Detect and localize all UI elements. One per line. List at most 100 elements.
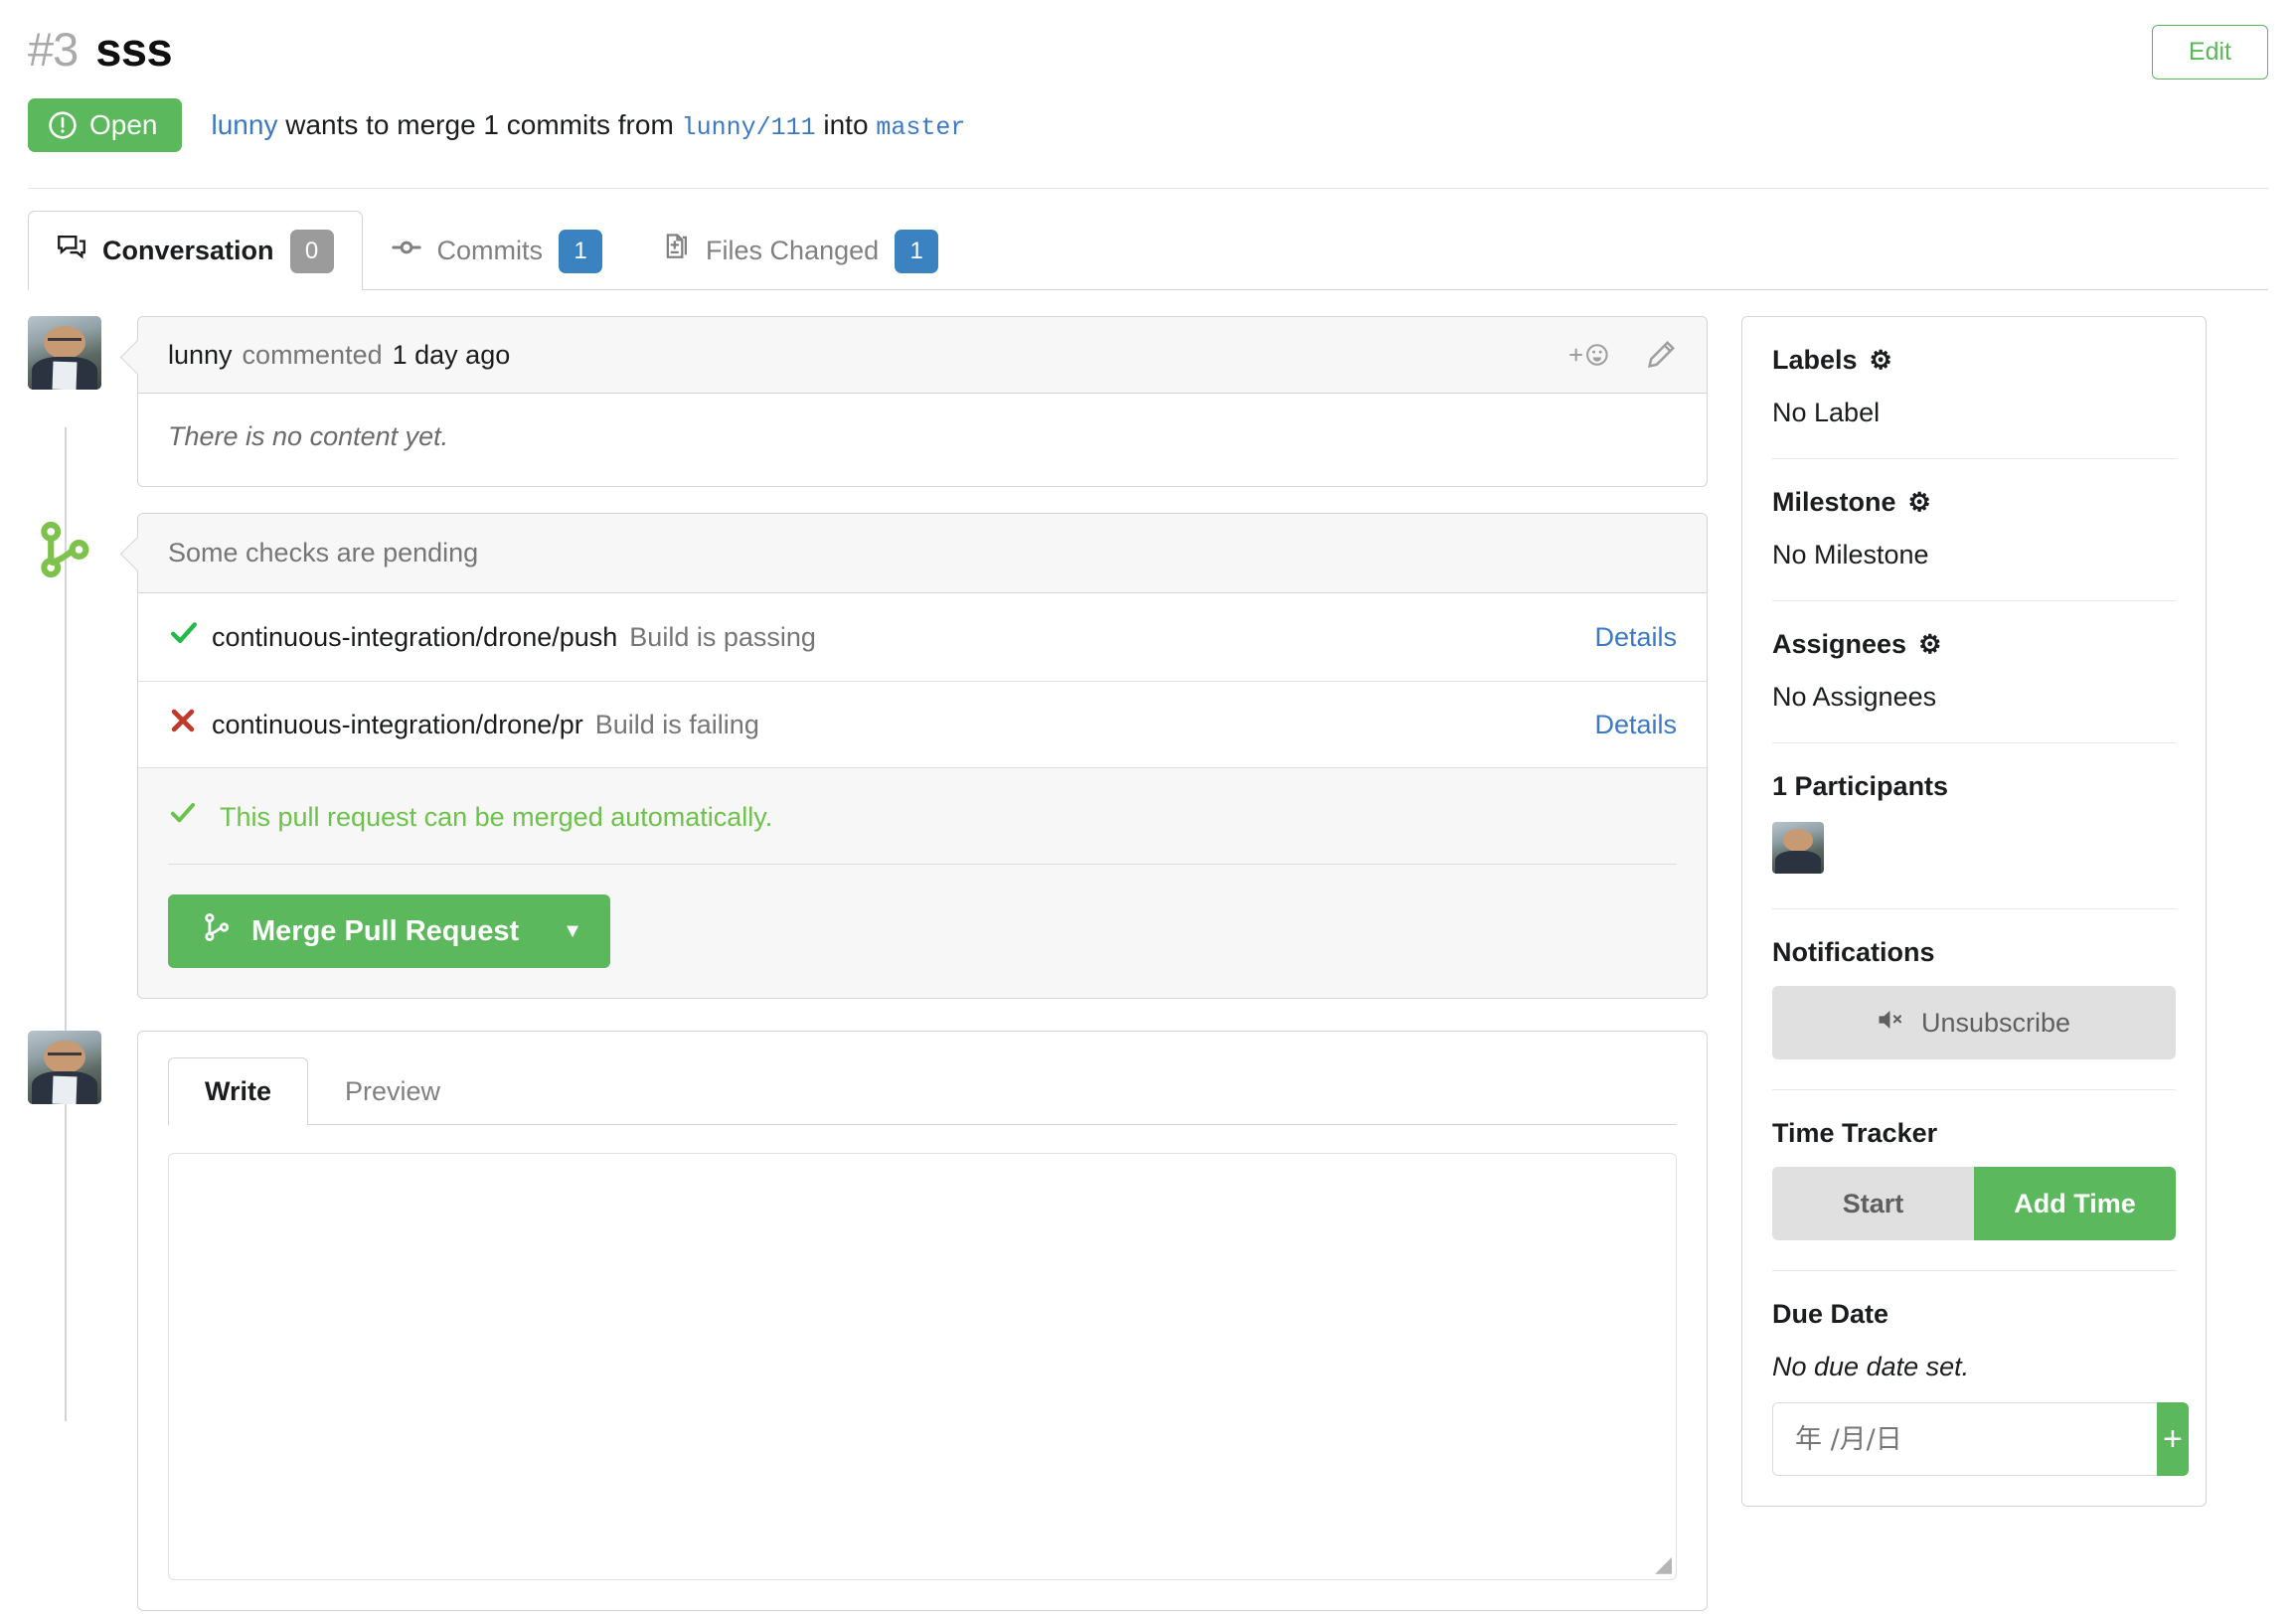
labels-title: Labels ⚙ — [1772, 345, 2176, 376]
milestone-value: No Milestone — [1772, 540, 1929, 569]
diff-file-icon — [660, 233, 690, 269]
comment-textarea[interactable] — [169, 1154, 1676, 1579]
check-details-link[interactable]: Details — [1594, 622, 1677, 653]
comment-body: There is no content yet. — [168, 421, 449, 451]
check-failure-icon — [168, 706, 212, 743]
avatar — [28, 316, 101, 390]
comment-action: commented — [242, 339, 383, 370]
merge-area: This pull request can be merged automati… — [138, 768, 1707, 998]
gear-icon[interactable]: ⚙ — [1870, 345, 1892, 376]
start-timer-button[interactable]: Start — [1772, 1167, 1974, 1240]
git-merge-icon — [202, 912, 232, 950]
check-description: Build is failing — [594, 709, 759, 739]
assignees-title-label: Assignees — [1772, 629, 1907, 659]
unsubscribe-button[interactable]: Unsubscribe — [1772, 986, 2176, 1059]
pr-tab-bar: Conversation 0 Commits 1 Files Changed 1 — [28, 211, 2268, 291]
sidebar-section-notifications: Notifications Unsubscribe — [1772, 909, 2176, 1090]
status-badge: Open — [28, 98, 182, 152]
sidebar-section-milestone: Milestone ⚙ No Milestone — [1772, 459, 2176, 601]
checks-headline: Some checks are pending — [138, 514, 1707, 593]
merge-divider — [168, 864, 1677, 865]
add-due-date-button[interactable]: + — [2157, 1402, 2189, 1476]
comment-discussion-icon — [57, 233, 86, 269]
due-date-row: + — [1772, 1402, 2189, 1476]
add-time-button[interactable]: Add Time — [1974, 1167, 2176, 1240]
check-row: continuous-integration/drone/push Build … — [138, 593, 1707, 682]
time-tracker-buttons: Start Add Time — [1772, 1167, 2176, 1240]
pull-request-page: #3 sss Edit Open lunny wants to merge 1 … — [0, 0, 2296, 1618]
check-description: Build is passing — [629, 621, 816, 652]
checks-box: Some checks are pending continuous-integ… — [137, 513, 1708, 999]
labels-title-label: Labels — [1772, 345, 1858, 375]
check-row: continuous-integration/drone/pr Build is… — [138, 682, 1707, 768]
due-date-input[interactable] — [1772, 1402, 2157, 1476]
sidebar-section-participants: 1 Participants — [1772, 743, 2176, 909]
tab-write[interactable]: Write — [168, 1057, 309, 1126]
add-emoji-icon[interactable] — [1567, 339, 1611, 371]
page-title: sss — [95, 23, 173, 76]
pr-index: #3 — [28, 23, 79, 76]
base-branch-link[interactable]: master — [876, 113, 965, 142]
sidebar-card: Labels ⚙ No Label Milestone ⚙ No Milesto… — [1741, 316, 2207, 1507]
git-merge-icon — [28, 513, 101, 586]
pr-subtitle: lunny wants to merge 1 commits from lunn… — [212, 109, 966, 142]
comment-textarea-wrap: ◢ — [168, 1153, 1677, 1580]
pr-title-row: #3 sss — [28, 22, 2268, 77]
participants-title: 1 Participants — [1772, 771, 1949, 801]
gear-icon[interactable]: ⚙ — [1918, 629, 1941, 660]
pr-author-link[interactable]: lunny — [212, 109, 278, 140]
tab-preview[interactable]: Preview — [308, 1057, 477, 1125]
git-commit-icon — [391, 233, 421, 269]
status-badge-label: Open — [89, 109, 158, 140]
pr-header: #3 sss Edit Open lunny wants to merge 1 … — [28, 0, 2268, 189]
milestone-title: Milestone ⚙ — [1772, 487, 2176, 518]
merge-status-text: This pull request can be merged automati… — [220, 801, 773, 832]
textarea-resize-handle[interactable]: ◢ — [1655, 1551, 1672, 1577]
sidebar-section-due-date: Due Date No due date set. + — [1772, 1271, 2189, 1506]
head-branch-link[interactable]: lunny/111 — [682, 113, 816, 142]
tab-conversation-label: Conversation — [102, 236, 274, 265]
check-context: continuous-integration/drone/push — [212, 621, 618, 652]
caret-down-icon[interactable]: ▼ — [553, 894, 610, 968]
sidebar-section-assignees: Assignees ⚙ No Assignees — [1772, 601, 2176, 743]
pr-main-column: lunny commented 1 day ago There is no co… — [28, 316, 1708, 1611]
check-context: continuous-integration/drone/pr — [212, 709, 583, 739]
assignees-value: No Assignees — [1772, 682, 1937, 712]
tab-conversation[interactable]: Conversation 0 — [28, 211, 363, 291]
merge-button-label: Merge Pull Request — [251, 914, 520, 947]
milestone-title-label: Milestone — [1772, 487, 1896, 517]
avatar — [28, 1031, 101, 1104]
tab-commits-label: Commits — [436, 236, 544, 265]
mute-icon — [1878, 1007, 1907, 1040]
unsubscribe-button-label: Unsubscribe — [1920, 1007, 2071, 1038]
comment-author[interactable]: lunny — [168, 340, 233, 371]
notifications-title: Notifications — [1772, 937, 1935, 967]
comment-header: lunny commented 1 day ago — [138, 317, 1707, 394]
gear-icon[interactable]: ⚙ — [1908, 487, 1931, 518]
tab-files-changed[interactable]: Files Changed 1 — [631, 211, 967, 290]
tab-commits-count: 1 — [559, 229, 603, 273]
pr-body: lunny commented 1 day ago There is no co… — [28, 316, 2268, 1611]
pencil-icon[interactable] — [1645, 339, 1677, 371]
merge-pull-request-button[interactable]: Merge Pull Request ▼ — [168, 894, 610, 968]
issue-opened-icon — [48, 110, 78, 140]
due-date-title: Due Date — [1772, 1299, 1889, 1329]
check-success-icon — [168, 617, 212, 657]
edit-button[interactable]: Edit — [2151, 25, 2268, 80]
new-comment-block: Write Preview ◢ — [28, 1031, 1708, 1611]
check-details-link[interactable]: Details — [1594, 710, 1677, 740]
labels-value: No Label — [1772, 398, 1881, 427]
merge-block: Some checks are pending continuous-integ… — [28, 513, 1708, 999]
comment-box: lunny commented 1 day ago There is no co… — [137, 316, 1708, 487]
pr-status-row: Open lunny wants to merge 1 commits from… — [28, 98, 2268, 152]
header-divider — [28, 188, 2268, 189]
tab-files-changed-count: 1 — [895, 229, 939, 273]
tab-conversation-count: 0 — [289, 229, 334, 273]
sidebar-section-labels: Labels ⚙ No Label — [1772, 317, 2176, 459]
editor-tab-bar: Write Preview — [138, 1032, 1707, 1126]
tab-files-changed-label: Files Changed — [706, 236, 880, 265]
participant-avatar[interactable] — [1772, 822, 1824, 874]
tab-commits[interactable]: Commits 1 — [363, 211, 632, 290]
merge-check-icon — [168, 798, 198, 836]
pr-subtitle-mid: wants to merge 1 commits from — [285, 108, 674, 140]
